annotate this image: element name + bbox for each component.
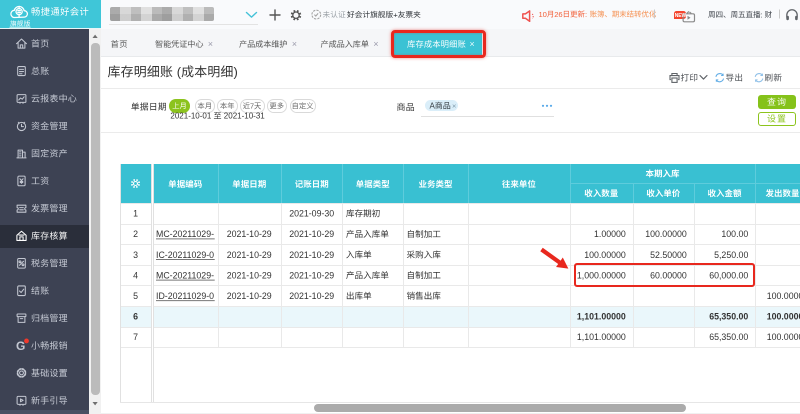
svg-text:2021-10-29: 2021-10-29: [289, 270, 334, 280]
svg-text:5: 5: [133, 291, 138, 301]
svg-text:52.50000: 52.50000: [650, 250, 687, 260]
svg-text:5,250.00: 5,250.00: [714, 250, 748, 260]
svg-text:2021-10-29: 2021-10-29: [227, 291, 272, 301]
svg-text:1.00000: 1.00000: [594, 229, 626, 239]
svg-text:×: ×: [208, 39, 213, 49]
svg-text:2021-10-29: 2021-10-29: [289, 229, 334, 239]
svg-text:7: 7: [133, 332, 138, 342]
svg-text:60,000.00: 60,000.00: [709, 270, 748, 280]
svg-text:2021-10-29: 2021-10-29: [227, 270, 272, 280]
svg-text:(: (: [177, 64, 182, 79]
svg-text:A: A: [430, 102, 436, 111]
svg-text:2021-10-31: 2021-10-31: [224, 112, 265, 121]
svg-text:2021-10-29: 2021-10-29: [227, 250, 272, 260]
svg-text:26: 26: [554, 10, 562, 19]
svg-text:1,000.00000: 1,000.00000: [577, 270, 626, 280]
svg-text:+: +: [393, 10, 398, 19]
svg-text:100.00000: 100.00000: [584, 250, 626, 260]
svg-text::: :: [585, 10, 587, 19]
svg-text:2: 2: [133, 229, 138, 239]
svg-text:100.00: 100.00: [721, 229, 748, 239]
svg-text:2021-10-29: 2021-10-29: [289, 291, 334, 301]
svg-text::: :: [761, 10, 763, 19]
svg-text:义: 义: [306, 101, 314, 110]
svg-text:IC-20211029-0: IC-20211029-0: [156, 250, 214, 260]
svg-text:100.00000: 100.00000: [767, 291, 800, 301]
svg-text:×: ×: [373, 39, 378, 49]
svg-text:×: ×: [470, 39, 475, 49]
svg-text:G: G: [16, 339, 25, 353]
svg-text:2021-09-30: 2021-09-30: [289, 209, 334, 219]
svg-text:3: 3: [133, 250, 138, 260]
svg-text:65,350.00: 65,350.00: [709, 312, 748, 322]
svg-text:1,101.00000: 1,101.00000: [577, 312, 626, 322]
svg-text:10: 10: [539, 10, 547, 19]
svg-text:6: 6: [133, 312, 138, 322]
svg-text:7天: 7天: [250, 101, 262, 110]
svg-text:NEW: NEW: [675, 13, 687, 19]
svg-text:2021-10-29: 2021-10-29: [227, 229, 272, 239]
svg-text:MC-20211029-: MC-20211029-: [156, 229, 214, 239]
svg-text:100.00000: 100.00000: [767, 332, 800, 342]
svg-text:65,350.00: 65,350.00: [709, 332, 748, 342]
svg-text:1,101.00000: 1,101.00000: [577, 332, 626, 342]
svg-text:100.00000: 100.00000: [645, 229, 687, 239]
svg-text:ID-20211029-0: ID-20211029-0: [156, 291, 214, 301]
svg-text:1: 1: [133, 209, 138, 219]
svg-text:×: ×: [452, 101, 456, 110]
svg-text:×: ×: [292, 39, 297, 49]
svg-text:60.00000: 60.00000: [650, 270, 687, 280]
svg-text:2021-10-01: 2021-10-01: [170, 112, 211, 121]
svg-text:): ): [234, 64, 238, 79]
svg-text:MC-20211029-: MC-20211029-: [156, 270, 214, 280]
svg-text:4: 4: [133, 270, 138, 280]
svg-text:2021-10-29: 2021-10-29: [289, 250, 334, 260]
svg-text:100.00000: 100.00000: [767, 312, 800, 322]
